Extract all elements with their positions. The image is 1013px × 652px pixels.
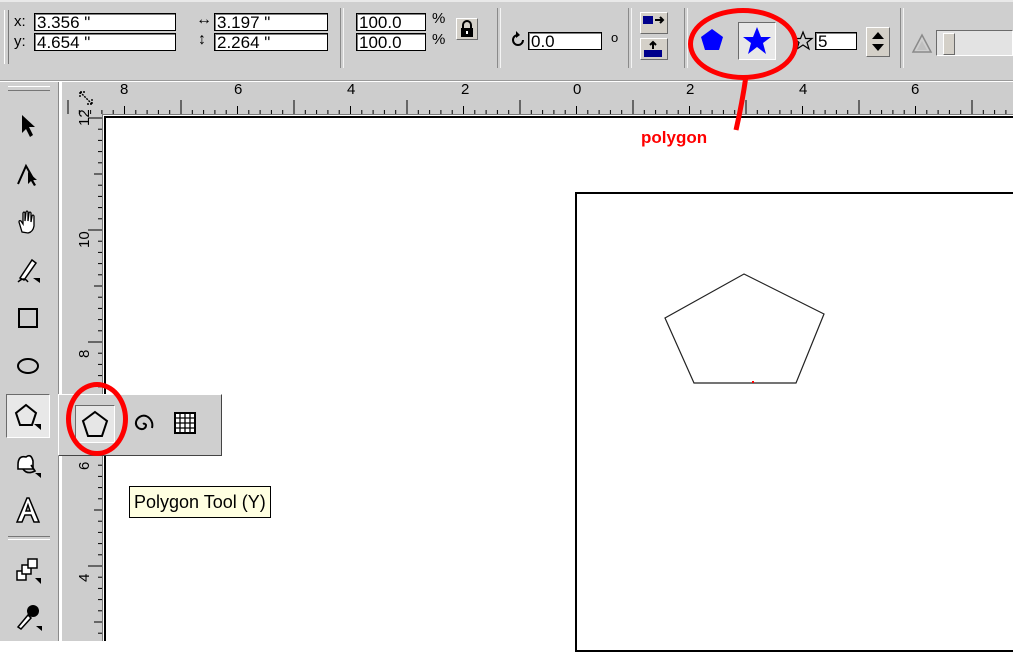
property-bar: x: 3.356 " y: 4.654 " ↔ 3.197 " ↕ 2.264 … <box>0 0 1013 81</box>
toolbox <box>0 82 59 641</box>
left-ruler-label: 4 <box>76 573 93 582</box>
blend-icon <box>16 558 41 584</box>
top-ruler-label: 4 <box>799 81 808 98</box>
top-ruler-label: 2 <box>461 81 470 98</box>
page-border <box>575 192 1013 652</box>
text-tool[interactable] <box>10 492 46 528</box>
sharpness-slider[interactable] <box>936 30 1013 56</box>
grid-icon <box>174 412 196 434</box>
zoom-pan-tool[interactable] <box>10 204 46 240</box>
pen-icon <box>17 258 40 283</box>
top-ruler-label: 4 <box>347 81 356 98</box>
width-arrow-icon: ↔ <box>196 11 212 28</box>
top-ruler-label: 6 <box>911 81 920 98</box>
sharpness-icon <box>911 33 933 53</box>
eyedropper-tool[interactable] <box>10 598 46 634</box>
points-count-field[interactable]: 5 <box>815 32 857 50</box>
y-label: y: <box>14 33 26 50</box>
callout-pointer <box>733 75 749 131</box>
mirror-horizontal-button[interactable] <box>640 12 668 34</box>
lock-icon <box>461 20 473 37</box>
mirror-horizontal-icon <box>643 16 665 24</box>
basic-shapes-tool[interactable] <box>10 446 46 482</box>
eyedropper-icon <box>16 605 42 631</box>
scale-x-field[interactable]: 100.0 <box>356 13 426 31</box>
highlight-circle-mode <box>688 8 798 80</box>
height-arrow-icon: ↕ <box>198 31 206 48</box>
left-ruler-label: 12 <box>76 109 93 126</box>
freehand-tool[interactable] <box>10 252 46 288</box>
pointer-arrow-icon <box>22 115 35 137</box>
left-ruler-label: 8 <box>76 349 93 358</box>
drawn-pentagon[interactable] <box>660 270 830 388</box>
toolbar-grip[interactable] <box>4 10 9 64</box>
vertical-ruler[interactable]: 12 10 8 6 4 <box>62 109 103 641</box>
percent-x-label: % <box>432 10 446 27</box>
shape-edit-icon <box>17 163 37 186</box>
height-field[interactable]: 2.264 " <box>214 33 328 51</box>
top-ruler-label: 2 <box>686 81 695 98</box>
ruler-origin-icon[interactable] <box>76 88 98 110</box>
polygon-callout-label: polygon <box>641 128 708 147</box>
text-a-icon <box>15 497 41 523</box>
rectangle-tool[interactable] <box>10 300 46 336</box>
top-ruler-label: 0 <box>573 81 582 98</box>
percent-y-label: % <box>432 31 446 48</box>
points-spinner[interactable] <box>866 27 890 57</box>
hand-icon <box>18 210 35 234</box>
ellipse-icon <box>17 358 39 374</box>
interactive-blend-tool[interactable] <box>10 552 46 588</box>
highlight-circle-flyout <box>66 382 128 456</box>
pick-tool[interactable] <box>10 108 46 144</box>
polygon-outline-icon <box>14 403 41 430</box>
x-position-field[interactable]: 3.356 " <box>34 13 176 31</box>
tool-tooltip: Polygon Tool (Y) <box>129 486 271 518</box>
width-field[interactable]: 3.197 " <box>214 13 328 31</box>
rectangle-icon <box>18 308 38 328</box>
top-ruler-label: 8 <box>120 81 129 98</box>
shape-tool[interactable] <box>10 156 46 192</box>
polygon-tool[interactable] <box>6 394 50 438</box>
left-ruler-label: 10 <box>76 231 93 248</box>
flyout-spiral-tool[interactable] <box>127 408 159 440</box>
mirror-vertical-button[interactable] <box>640 38 668 60</box>
horizontal-ruler[interactable]: 8 6 4 2 0 2 4 6 <box>62 81 1013 115</box>
basic-shapes-icon <box>17 454 41 478</box>
rotate-icon <box>512 31 524 46</box>
x-label: x: <box>14 13 26 30</box>
lock-ratio-button[interactable] <box>456 18 478 40</box>
spinner-arrows-icon <box>872 32 884 51</box>
ellipse-tool[interactable] <box>10 348 46 384</box>
mirror-vertical-icon <box>644 40 662 57</box>
spiral-icon <box>134 414 154 431</box>
slider-thumb[interactable] <box>943 33 955 55</box>
degree-label: o <box>611 30 619 45</box>
flyout-graph-paper-tool[interactable] <box>169 407 201 439</box>
left-ruler-label: 6 <box>76 461 93 470</box>
toolbox-grip[interactable] <box>8 86 50 91</box>
y-position-field[interactable]: 4.654 " <box>34 33 176 51</box>
scale-y-field[interactable]: 100.0 <box>356 33 426 51</box>
toolbox-divider <box>8 536 50 540</box>
top-ruler-label: 6 <box>234 81 243 98</box>
rotation-field[interactable]: 0.0 <box>528 32 602 50</box>
